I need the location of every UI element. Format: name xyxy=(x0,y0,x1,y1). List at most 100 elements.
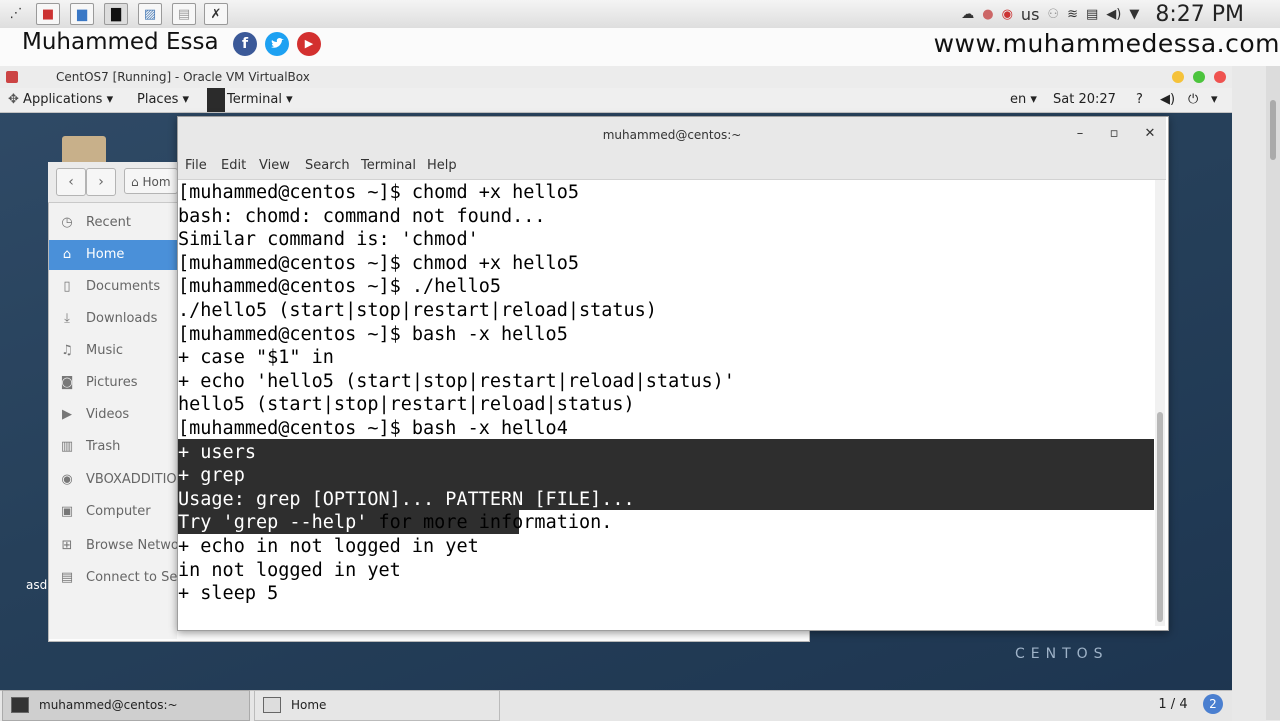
sidebar-item-downloads[interactable]: ⤓ Downloads xyxy=(49,304,177,334)
sidebar-item-recent[interactable]: ◷ Recent xyxy=(49,208,177,238)
sidebar-item-videos[interactable]: ▶ Videos xyxy=(49,400,177,430)
workspace-pager[interactable]: 1 / 4 xyxy=(1146,690,1200,719)
image-viewer-icon[interactable]: ▨ xyxy=(138,3,162,25)
location-home-button[interactable]: ⌂ Hom xyxy=(124,168,178,194)
terminal-line: [muhammed@centos ~]$ chmod +x hello5 xyxy=(178,252,579,274)
sidebar-item-label: Documents xyxy=(86,279,161,294)
taskbar-item-label: Home xyxy=(291,698,327,712)
applications-menu[interactable]: ✥ Applications ▾ xyxy=(8,88,113,112)
sidebar-item-computer[interactable]: ▣ Computer xyxy=(49,497,177,527)
terminal-menubar: File Edit View Search Terminal Help xyxy=(178,153,1166,180)
host-scrollbar[interactable] xyxy=(1266,66,1280,720)
cloud-icon[interactable]: ☁ xyxy=(961,7,974,22)
input-language[interactable]: en ▾ xyxy=(1010,88,1037,112)
terminal-scrollbar-thumb[interactable] xyxy=(1157,412,1163,622)
desktop-folder-icon[interactable] xyxy=(62,136,106,162)
places-label: Places xyxy=(137,92,179,107)
sidebar-item-trash[interactable]: ▥ Trash xyxy=(49,432,177,462)
sidebar-item-label: Music xyxy=(86,343,123,358)
sidebar-item-label: Trash xyxy=(86,439,121,454)
terminal-line: + sleep 5 xyxy=(178,583,279,605)
menu-terminal[interactable]: Terminal xyxy=(361,153,416,179)
terminal-line: bash: chomd: command not found... xyxy=(178,205,546,227)
volume-icon[interactable]: ◀) xyxy=(1106,7,1121,22)
applications-icon: ✥ xyxy=(8,92,19,107)
text-editor-icon[interactable]: ▤ xyxy=(172,3,196,25)
sidebar-item-connect-to-se[interactable]: ▤ Connect to Se xyxy=(49,563,177,593)
chevron-down-icon[interactable]: ▾ xyxy=(1211,88,1218,112)
record-icon[interactable]: ◉ xyxy=(1002,7,1013,22)
terminal-line: Similar command is: 'chmod' xyxy=(178,229,479,251)
close-button[interactable] xyxy=(1214,71,1226,83)
applications-label: Applications xyxy=(23,92,103,107)
terminal-line: + echo in not logged in yet xyxy=(178,536,479,557)
music-icon: ♫ xyxy=(61,343,73,358)
sidebar-item-browse-netwo[interactable]: ⊞ Browse Netwo xyxy=(49,531,179,561)
virtualbox-icon xyxy=(6,71,18,83)
terminal-line: Try 'grep --help' for more information. xyxy=(178,511,612,535)
display-icon[interactable]: ■ xyxy=(36,3,60,25)
terminal-app-icon xyxy=(207,88,225,112)
sidebar-item-label: Home xyxy=(86,247,125,262)
menu-edit[interactable]: Edit xyxy=(221,153,246,179)
selected-text: Try 'grep --help' xyxy=(178,512,368,534)
host-scrollbar-thumb[interactable] xyxy=(1270,100,1276,160)
terminal-app-label: Terminal xyxy=(227,92,282,107)
wifi-icon[interactable]: ≋ xyxy=(1067,7,1078,22)
home-icon: ⌂ xyxy=(62,247,72,262)
x-tool-icon[interactable]: ✗ xyxy=(204,3,228,25)
menu-search[interactable]: Search xyxy=(305,153,350,179)
clock[interactable]: 8:27 PM xyxy=(1155,2,1244,27)
camera-icon: ◙ xyxy=(60,375,74,390)
unselected-text: for more information. xyxy=(367,512,613,534)
sidebar-item-label: VBOXADDITIO xyxy=(86,472,177,487)
sidebar-item-vboxadditio[interactable]: ◉ VBOXADDITIO xyxy=(49,465,177,495)
taskbar-item-home[interactable]: Home xyxy=(254,690,500,721)
terminal-line: hello5 (start|stop|restart|reload|status… xyxy=(178,394,635,416)
minimize-button[interactable]: – xyxy=(1070,124,1090,144)
user-status-icon[interactable]: ● xyxy=(982,7,993,22)
date-time[interactable]: Sat 20:27 xyxy=(1053,88,1116,112)
menu-view[interactable]: View xyxy=(259,153,290,179)
terminal-app-menu[interactable]: Terminal ▾ xyxy=(227,88,293,112)
terminal-line: [muhammed@centos ~]$ chomd +x hello5 xyxy=(178,182,579,203)
places-menu[interactable]: Places ▾ xyxy=(137,88,189,112)
chevron-down-icon[interactable]: ▼ xyxy=(1129,7,1139,22)
folder-icon[interactable]: ▆ xyxy=(70,3,94,25)
kde-menu-icon[interactable]: ⋰ xyxy=(4,3,28,25)
notification-badge[interactable]: 2 xyxy=(1203,694,1223,714)
sidebar-item-label: Downloads xyxy=(86,311,158,326)
volume-icon[interactable]: ◀) xyxy=(1160,88,1175,112)
terminal-line: + grep xyxy=(178,465,245,487)
sidebar-item-documents[interactable]: ▯ Documents xyxy=(49,272,177,302)
menu-file[interactable]: File xyxy=(185,153,207,179)
close-button[interactable]: ✕ xyxy=(1140,124,1160,144)
sidebar-item-pictures[interactable]: ◙ Pictures xyxy=(49,368,177,398)
twitter-icon xyxy=(265,32,289,56)
input-language-label: en xyxy=(1010,92,1027,107)
vbox-window-title: CentOS7 [Running] - Oracle VM VirtualBox xyxy=(56,70,310,84)
power-icon[interactable]: ⏻ xyxy=(1188,88,1198,112)
minimize-button[interactable] xyxy=(1172,71,1184,83)
maximize-button[interactable]: ▫ xyxy=(1104,124,1124,144)
download-icon: ⤓ xyxy=(64,311,70,326)
sidebar-item-music[interactable]: ♫ Music xyxy=(49,336,177,366)
clipboard-icon[interactable]: ▤ xyxy=(1086,7,1098,22)
forward-button[interactable]: › xyxy=(86,168,116,196)
back-button[interactable]: ‹ xyxy=(56,168,86,196)
terminal-icon[interactable]: ▇ xyxy=(104,3,128,25)
vbox-titlebar: CentOS7 [Running] - Oracle VM VirtualBox xyxy=(0,66,1232,89)
taskbar-item-terminal[interactable]: muhammed@centos:~ xyxy=(2,690,250,721)
channel-name: Muhammed Essa xyxy=(22,29,219,55)
maximize-button[interactable] xyxy=(1193,71,1205,83)
network-icon: ⊞ xyxy=(61,538,73,553)
sidebar-item-home[interactable]: ⌂ Home xyxy=(49,240,177,270)
chevron-left-icon: ‹ xyxy=(68,174,74,190)
menu-help[interactable]: Help xyxy=(427,153,457,179)
people-icon[interactable]: ⚇ xyxy=(1047,7,1059,22)
centos-logo-text: CENTOS xyxy=(1015,646,1109,662)
keyboard-layout[interactable]: us xyxy=(1021,5,1039,24)
help-icon[interactable]: ? xyxy=(1136,88,1143,112)
sidebar-item-label: Connect to Se xyxy=(86,570,178,585)
desktop-item-label[interactable]: asd xyxy=(26,578,47,592)
